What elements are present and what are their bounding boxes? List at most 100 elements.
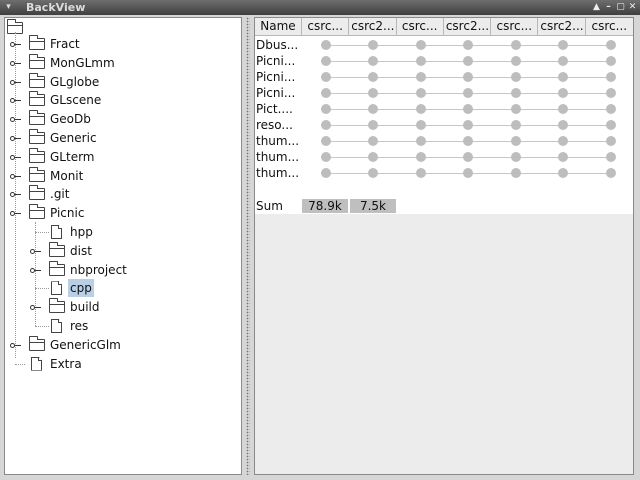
status-dot[interactable] [606, 104, 616, 114]
shade-icon[interactable]: ▲ [591, 2, 602, 13]
status-dot[interactable] [463, 88, 473, 98]
tree-expand-handle-icon[interactable] [10, 79, 21, 85]
table-row[interactable]: Dbus... [255, 37, 633, 53]
status-dot[interactable] [368, 120, 378, 130]
tree-item-file[interactable]: Extra [5, 355, 241, 373]
status-dot[interactable] [511, 104, 521, 114]
status-dot[interactable] [416, 136, 426, 146]
tree-item-folder[interactable]: GLterm [5, 147, 241, 166]
status-dot[interactable] [558, 88, 568, 98]
status-dot[interactable] [321, 88, 331, 98]
column-header[interactable]: csrc... [491, 18, 539, 36]
status-dot[interactable] [416, 120, 426, 130]
table-row[interactable]: thum... [255, 165, 633, 181]
tree-item-folder[interactable]: GLglobe [5, 72, 241, 91]
tree-expand-handle-icon[interactable] [10, 154, 21, 160]
status-dot[interactable] [511, 136, 521, 146]
status-dot[interactable] [558, 136, 568, 146]
status-dot[interactable] [416, 56, 426, 66]
tree-item-file[interactable]: res [5, 317, 241, 335]
tree-item-folder[interactable]: nbproject [5, 260, 241, 279]
tree-item-folder[interactable]: Fract [5, 35, 241, 53]
status-dot[interactable] [511, 120, 521, 130]
status-dot[interactable] [606, 168, 616, 178]
status-dot[interactable] [368, 136, 378, 146]
tree-expand-handle-icon[interactable] [10, 136, 21, 141]
column-header[interactable]: csrc2... [538, 18, 586, 36]
status-dot[interactable] [368, 56, 378, 66]
minimize-icon[interactable]: – [603, 2, 614, 13]
status-dot[interactable] [463, 56, 473, 66]
status-dot[interactable] [321, 136, 331, 146]
status-dot[interactable] [368, 152, 378, 162]
status-dot[interactable] [321, 104, 331, 114]
tree-expand-handle-icon[interactable] [10, 192, 21, 198]
tree-item-folder[interactable]: Generic [5, 129, 241, 147]
status-dot[interactable] [321, 168, 331, 178]
status-dot[interactable] [463, 136, 473, 146]
status-dot[interactable] [511, 72, 521, 82]
status-dot[interactable] [511, 168, 521, 178]
status-dot[interactable] [558, 152, 568, 162]
status-dot[interactable] [463, 104, 473, 114]
table-row[interactable]: thum... [255, 149, 633, 165]
file-tree-panel[interactable]: Fract MonGLmm GLglobe GLscene GeoDb Generic GL… [4, 17, 242, 475]
tree-item-folder[interactable]: build [5, 298, 241, 316]
tree-item-file[interactable]: hpp [5, 223, 241, 241]
status-dot[interactable] [606, 88, 616, 98]
tree-item-folder[interactable]: GeoDb [5, 110, 241, 128]
close-icon[interactable]: ✕ [627, 2, 638, 13]
status-dot[interactable] [606, 136, 616, 146]
status-dot[interactable] [511, 40, 521, 50]
table-row[interactable]: Pict.... [255, 101, 633, 117]
column-header[interactable]: csrc... [397, 18, 444, 36]
table-row[interactable]: thum... [255, 133, 633, 149]
status-dot[interactable] [558, 168, 568, 178]
status-dot[interactable] [463, 40, 473, 50]
maximize-icon[interactable]: ▢ [615, 2, 626, 13]
status-dot[interactable] [416, 152, 426, 162]
status-dot[interactable] [511, 56, 521, 66]
table-row[interactable]: reso... [255, 117, 633, 133]
column-header[interactable]: csrc... [586, 18, 633, 36]
status-dot[interactable] [558, 56, 568, 66]
tree-expand-handle-icon[interactable] [10, 42, 21, 47]
status-dot[interactable] [558, 104, 568, 114]
tree-item-folder[interactable]: .git [5, 185, 241, 203]
status-dot[interactable] [606, 120, 616, 130]
status-dot[interactable] [416, 88, 426, 98]
status-dot[interactable] [606, 152, 616, 162]
column-header[interactable]: csrc2... [349, 18, 397, 36]
table-row[interactable]: Picni... [255, 53, 633, 69]
status-dot[interactable] [416, 104, 426, 114]
tree-item-folder[interactable]: dist [5, 241, 241, 260]
status-dot[interactable] [321, 40, 331, 50]
tree-item-file[interactable]: cpp [5, 279, 241, 298]
table-row[interactable]: Picni... [255, 85, 633, 101]
splitter-grip[interactable] [246, 17, 250, 475]
split-pane-divider[interactable] [245, 17, 251, 475]
status-dot[interactable] [511, 152, 521, 162]
status-dot[interactable] [463, 152, 473, 162]
status-dot[interactable] [558, 40, 568, 50]
status-dot[interactable] [416, 72, 426, 82]
status-dot[interactable] [321, 56, 331, 66]
status-dot[interactable] [463, 72, 473, 82]
status-dot[interactable] [321, 152, 331, 162]
tree-item-folder[interactable]: GLscene [5, 91, 241, 109]
tree-expand-handle-icon[interactable] [10, 211, 21, 217]
tree-expand-handle-icon[interactable] [10, 60, 21, 66]
status-dot[interactable] [368, 72, 378, 82]
tree-item-folder[interactable]: GenericGlm [5, 335, 241, 354]
tree-expand-handle-icon[interactable] [30, 305, 41, 311]
status-dot[interactable] [558, 72, 568, 82]
status-dot[interactable] [463, 168, 473, 178]
status-dot[interactable] [416, 168, 426, 178]
tree-expand-handle-icon[interactable] [10, 173, 21, 179]
tree-item-folder[interactable]: Picnic [5, 204, 241, 222]
table-row[interactable]: Picni... [255, 69, 633, 85]
status-dot[interactable] [511, 88, 521, 98]
status-dot[interactable] [321, 120, 331, 130]
tree-item-folder[interactable]: MonGLmm [5, 53, 241, 72]
status-dot[interactable] [416, 40, 426, 50]
